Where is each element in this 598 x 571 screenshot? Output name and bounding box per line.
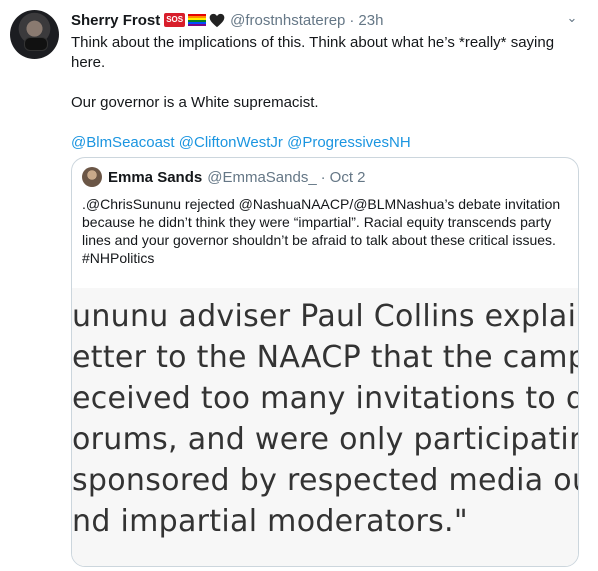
tweet-text-line2: Our governor is a White supremacist. (71, 94, 319, 111)
quoted-tweet-header: Emma Sands @EmmaSands_ · Oct 2 (82, 167, 366, 187)
image-text-line: nd impartial moderators." (72, 504, 468, 539)
rainbow-flag-icon (188, 13, 207, 27)
caret-down-icon[interactable]: ⌄ (563, 9, 581, 27)
tweet-time[interactable]: 23h (358, 12, 383, 29)
quoted-avatar[interactable] (82, 167, 102, 187)
image-text-line: ununu adviser Paul Collins explained th (72, 299, 578, 334)
quoted-tweet-text: .@ChrisSununu rejected @NashuaNAACP/@BLM… (82, 196, 561, 266)
mentions-line: @BlmSeacoast @CliftonWestJr @Progressive… (71, 133, 571, 153)
black-heart-icon (209, 13, 225, 27)
separator-dot: · (349, 11, 355, 29)
quoted-tweet[interactable]: Emma Sands @EmmaSands_ · Oct 2 .@ChrisSu… (71, 157, 579, 567)
sos-badge-icon: SOS (164, 13, 186, 27)
image-text-line: orums, and were only participating in th (72, 422, 578, 457)
author-name[interactable]: Sherry Frost (71, 12, 160, 29)
tweet-text-line1: Think about the implications of this. Th… (71, 34, 555, 71)
mention-progressivesnh[interactable]: @ProgressivesNH (287, 134, 411, 151)
mention-blmseacoast[interactable]: @BlmSeacoast (71, 134, 175, 151)
quoted-image[interactable]: ununu adviser Paul Collins explained th … (72, 288, 578, 566)
avatar[interactable] (10, 10, 59, 59)
quoted-author-handle[interactable]: @EmmaSands_ (207, 169, 316, 186)
mention-cliftonwestjr[interactable]: @CliftonWestJr (179, 134, 283, 151)
image-text-line: eceived too many invitations to debates (72, 381, 578, 416)
quoted-author-name[interactable]: Emma Sands (108, 169, 202, 186)
tweet-header: Sherry Frost SOS @frostnhstaterep · 23h (71, 9, 383, 31)
quoted-date[interactable]: Oct 2 (330, 169, 366, 186)
image-text-line: sponsored by respected media outlets w (72, 463, 578, 498)
quoted-separator-dot: · (320, 168, 326, 186)
image-text-line: etter to the NAACP that the campaign h (72, 340, 578, 375)
tweet-card[interactable]: Sherry Frost SOS @frostnhstaterep · 23h … (0, 0, 598, 571)
author-handle[interactable]: @frostnhstaterep (230, 12, 345, 29)
tweet-text: Think about the implications of this. Th… (71, 33, 571, 153)
